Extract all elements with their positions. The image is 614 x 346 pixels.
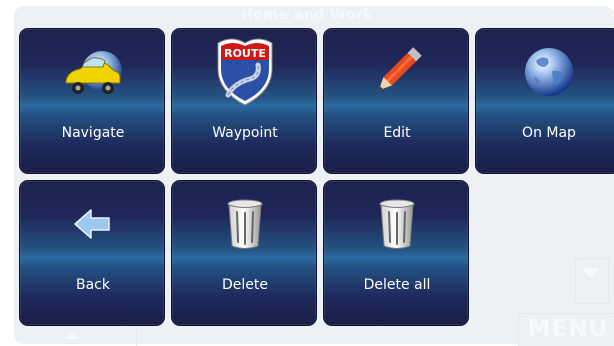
background-menu-label: MENU <box>527 316 609 342</box>
navigate-button[interactable]: Navigate <box>19 28 165 174</box>
background-title: Home and Work <box>241 7 373 23</box>
delete-button[interactable]: Delete <box>171 180 317 326</box>
route-sign-icon: ROUTE <box>172 38 318 106</box>
delete-all-label: Delete all <box>363 277 431 293</box>
route-sign-text: ROUTE <box>224 47 266 60</box>
trash-can-icon <box>172 193 318 255</box>
car-globe-icon <box>20 41 166 103</box>
back-button[interactable]: Back <box>19 180 165 326</box>
edit-label: Edit <box>383 125 411 141</box>
chevron-down-icon <box>582 268 600 279</box>
on-map-label: On Map <box>522 125 576 141</box>
edit-button[interactable]: Edit <box>323 28 469 174</box>
background-up-arrow-icon <box>64 332 80 339</box>
delete-all-button[interactable]: Delete all <box>323 180 469 326</box>
background-scroll-button <box>575 258 609 304</box>
back-arrow-icon <box>20 193 166 255</box>
navigate-label: Navigate <box>61 125 125 141</box>
on-map-button[interactable]: On Map <box>475 28 614 174</box>
trash-can-icon <box>324 193 470 255</box>
globe-icon <box>476 41 614 103</box>
back-label: Back <box>76 277 110 293</box>
screen: Home and Work MENU Navigate ROUTE Waypoi… <box>0 0 614 346</box>
pencil-icon <box>324 41 470 103</box>
waypoint-button[interactable]: ROUTE Waypoint <box>171 28 317 174</box>
waypoint-label: Waypoint <box>212 125 278 141</box>
delete-label: Delete <box>222 277 268 293</box>
